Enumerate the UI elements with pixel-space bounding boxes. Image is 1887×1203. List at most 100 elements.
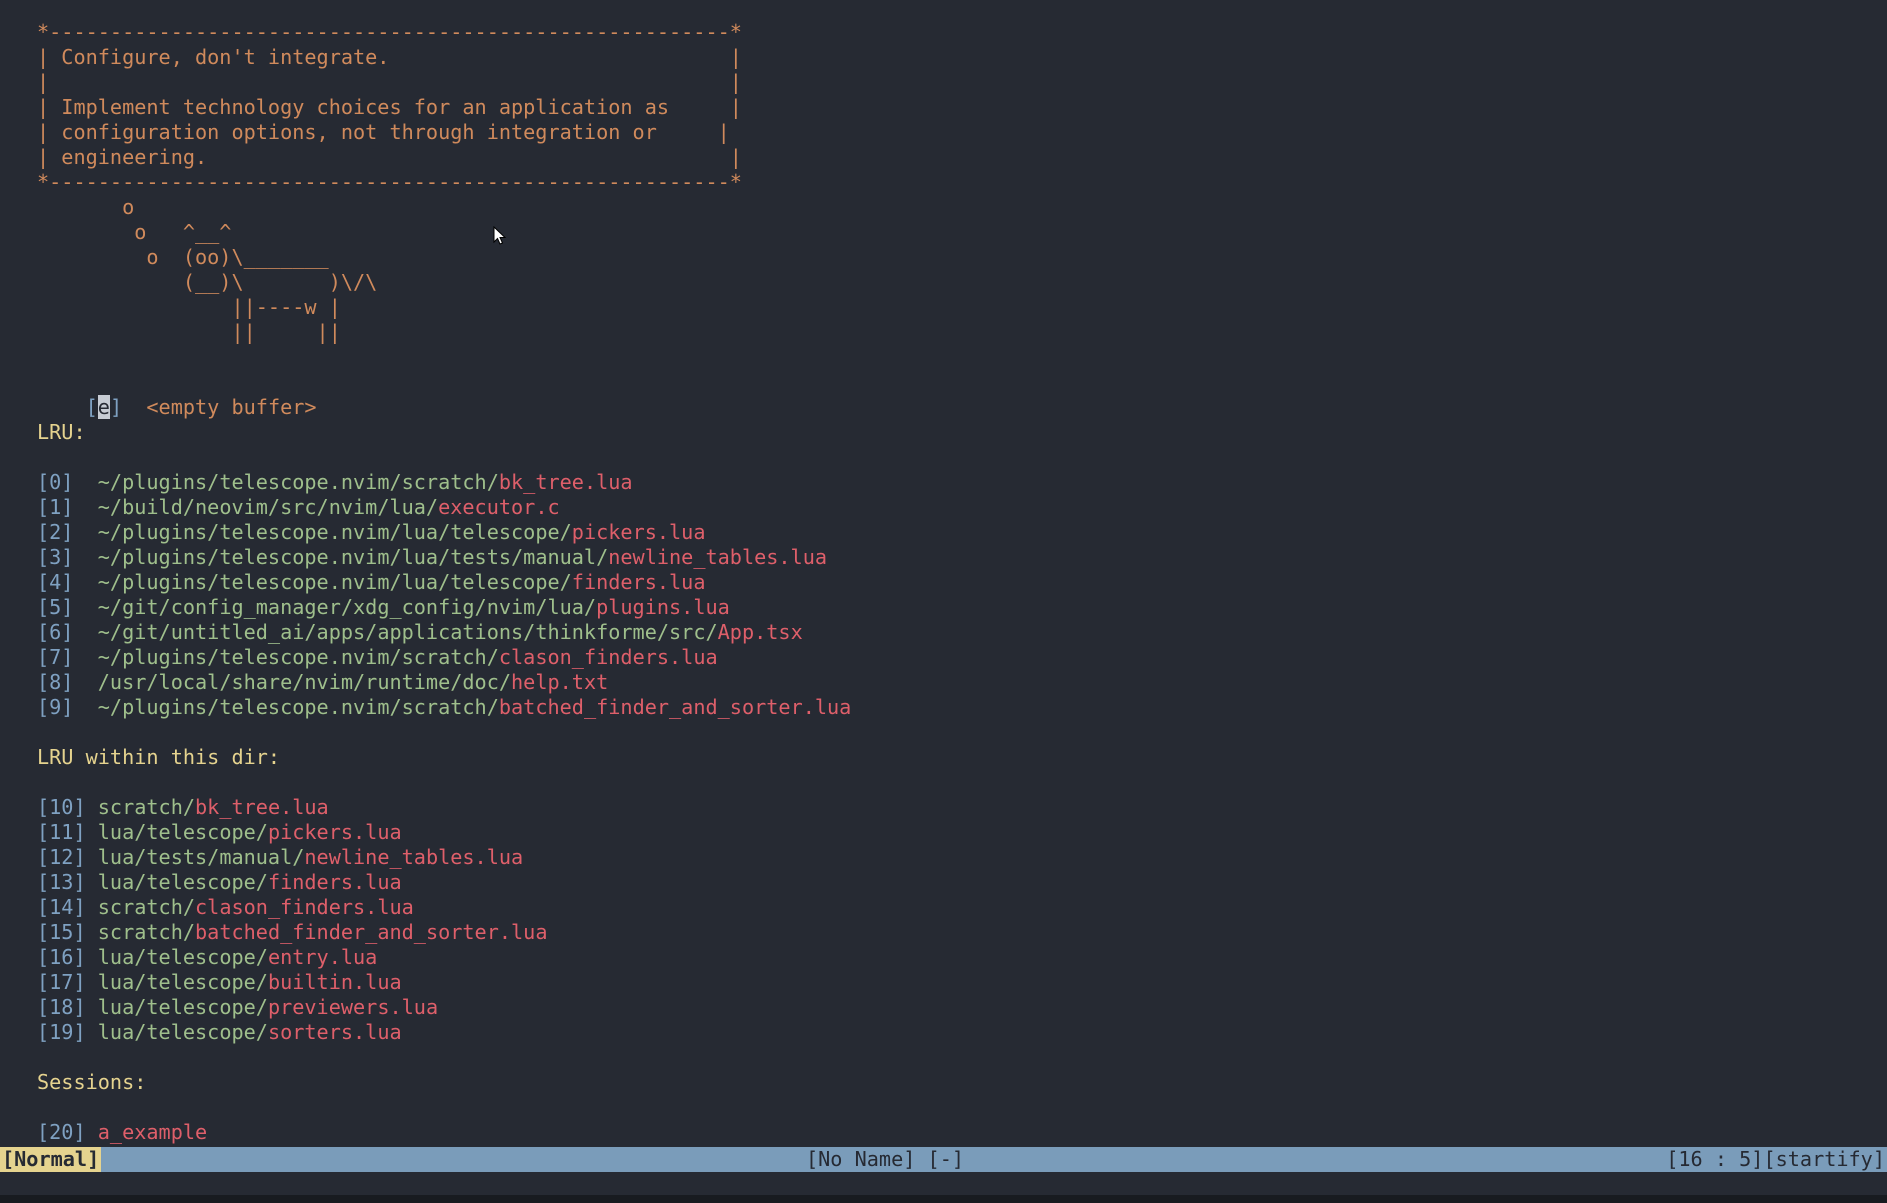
entry-index: [1]	[37, 495, 74, 519]
statusline: [Normal] [No Name] [-] [16 : 5][startify…	[0, 1147, 1887, 1172]
buffer-name: [No Name] [-]	[806, 1147, 965, 1171]
file-entry[interactable]: [19] lua/telescope/sorters.lua	[37, 1020, 402, 1045]
entry-index: [15]	[37, 920, 86, 944]
entry-filename: builtin.lua	[267, 970, 402, 994]
entry-path: scratch/	[97, 920, 196, 944]
entry-filename: newline_tables.lua	[608, 545, 828, 569]
entry-filename: finders.lua	[267, 870, 402, 894]
entry-filename: finders.lua	[571, 570, 706, 594]
file-entry[interactable]: [5] ~/git/config_manager/xdg_config/nvim…	[37, 595, 730, 620]
entry-path: lua/telescope/	[97, 970, 268, 994]
entry-index: [3]	[37, 545, 74, 569]
entry-filename: executor.c	[438, 495, 560, 519]
entry-index: [10]	[37, 795, 86, 819]
entry-filename: bk_tree.lua	[498, 470, 633, 494]
entry-path: ~/git/untitled_ai/apps/applications/thin…	[97, 620, 718, 644]
entry-filename: pickers.lua	[571, 520, 706, 544]
entry-path: lua/telescope/	[97, 1020, 268, 1044]
command-line	[0, 1195, 1887, 1203]
entry-path: ~/plugins/telescope.nvim/scratch/	[97, 645, 499, 669]
file-entry[interactable]: [15] scratch/batched_finder_and_sorter.l…	[37, 920, 547, 945]
cow-line: o	[37, 195, 135, 219]
file-entry[interactable]: [2] ~/plugins/telescope.nvim/lua/telesco…	[37, 520, 706, 545]
entry-filename: pickers.lua	[267, 820, 402, 844]
cursor-position: [16 : 5][startify]	[1666, 1147, 1885, 1171]
empty-buffer-label: <empty buffer>	[122, 395, 317, 419]
file-entry[interactable]: [17] lua/telescope/builtin.lua	[37, 970, 402, 995]
file-entry[interactable]: [16] lua/telescope/entry.lua	[37, 945, 377, 970]
mode-indicator: [Normal]	[0, 1147, 102, 1172]
entry-index: [2]	[37, 520, 74, 544]
file-entry[interactable]: [4] ~/plugins/telescope.nvim/lua/telesco…	[37, 570, 706, 595]
entry-path: lua/telescope/	[97, 995, 268, 1019]
file-entry[interactable]: [3] ~/plugins/telescope.nvim/lua/tests/m…	[37, 545, 827, 570]
entry-filename: sorters.lua	[267, 1020, 402, 1044]
lru-header: LRU:	[37, 420, 86, 444]
cow-line: (__)\ )\/\	[37, 270, 378, 294]
entry-path: ~/build/neovim/src/nvim/lua/	[97, 495, 439, 519]
entry-index: [12]	[37, 845, 86, 869]
entry-path: ~/plugins/telescope.nvim/lua/telescope/	[97, 570, 572, 594]
sessions-header: Sessions:	[37, 1070, 147, 1094]
entry-index: [5]	[37, 595, 74, 619]
entry-filename: batched_finder_and_sorter.lua	[498, 695, 852, 719]
entry-index: [20]	[37, 1120, 86, 1144]
entry-path: ~/plugins/telescope.nvim/lua/telescope/	[97, 520, 572, 544]
entry-filename: a_example	[97, 1120, 208, 1144]
entry-path: scratch/	[97, 895, 196, 919]
entry-filename: entry.lua	[267, 945, 378, 969]
entry-bracket: ]	[109, 395, 123, 419]
file-entry[interactable]: [1] ~/build/neovim/src/nvim/lua/executor…	[37, 495, 560, 520]
entry-filename: plugins.lua	[596, 595, 730, 619]
entry-index: [16]	[37, 945, 86, 969]
banner-line: | |	[37, 70, 742, 94]
entry-filename: App.tsx	[717, 620, 803, 644]
lru-dir-header: LRU within this dir:	[37, 745, 281, 769]
cow-line: || ||	[37, 320, 341, 344]
file-entry[interactable]: [8] /usr/local/share/nvim/runtime/doc/he…	[37, 670, 608, 695]
entry-index: [14]	[37, 895, 86, 919]
entry-filename: newline_tables.lua	[304, 845, 524, 869]
entry-index: [9]	[37, 695, 74, 719]
cow-line: o (oo)\_______	[37, 245, 329, 269]
file-entry[interactable]: [7] ~/plugins/telescope.nvim/scratch/cla…	[37, 645, 718, 670]
cow-line: o ^__^	[37, 220, 232, 244]
banner-line: | engineering. |	[37, 145, 742, 169]
file-entry[interactable]: [9] ~/plugins/telescope.nvim/scratch/bat…	[37, 695, 851, 720]
cow-line: ||----w |	[37, 295, 341, 319]
file-entry[interactable]: [20] a_example	[37, 1120, 207, 1145]
entry-path: ~/plugins/telescope.nvim/scratch/	[97, 470, 499, 494]
banner-line: *---------------------------------------…	[37, 20, 742, 44]
file-entry[interactable]: [14] scratch/clason_finders.lua	[37, 895, 414, 920]
empty-buffer-entry[interactable]: [e] <empty buffer>	[37, 370, 317, 419]
entry-bracket: [	[85, 395, 98, 419]
entry-path: lua/telescope/	[97, 945, 268, 969]
file-entry[interactable]: [13] lua/telescope/finders.lua	[37, 870, 402, 895]
file-entry[interactable]: [0] ~/plugins/telescope.nvim/scratch/bk_…	[37, 470, 633, 495]
entry-filename: clason_finders.lua	[195, 895, 414, 919]
text-cursor: e	[97, 395, 110, 419]
entry-filename: batched_finder_and_sorter.lua	[195, 920, 548, 944]
entry-path: lua/tests/manual/	[97, 845, 305, 869]
file-entry[interactable]: [11] lua/telescope/pickers.lua	[37, 820, 402, 845]
entry-filename: previewers.lua	[267, 995, 439, 1019]
entry-index: [19]	[37, 1020, 86, 1044]
banner-line: *---------------------------------------…	[37, 170, 742, 194]
banner-line: | Implement technology choices for an ap…	[37, 95, 742, 119]
file-entry[interactable]: [12] lua/tests/manual/newline_tables.lua	[37, 845, 523, 870]
entry-path: ~/plugins/telescope.nvim/lua/tests/manua…	[97, 545, 609, 569]
entry-index: [13]	[37, 870, 86, 894]
file-entry[interactable]: [18] lua/telescope/previewers.lua	[37, 995, 438, 1020]
entry-index: [17]	[37, 970, 86, 994]
entry-index: [6]	[37, 620, 74, 644]
entry-index: [4]	[37, 570, 74, 594]
arrow-cursor-icon	[493, 226, 507, 245]
entry-path: ~/plugins/telescope.nvim/scratch/	[97, 695, 499, 719]
entry-index: [11]	[37, 820, 86, 844]
entry-index: [8]	[37, 670, 74, 694]
entry-filename: bk_tree.lua	[195, 795, 329, 819]
banner-line: | Configure, don't integrate. |	[37, 45, 742, 69]
entry-path: lua/telescope/	[97, 820, 268, 844]
file-entry[interactable]: [10] scratch/bk_tree.lua	[37, 795, 329, 820]
file-entry[interactable]: [6] ~/git/untitled_ai/apps/applications/…	[37, 620, 803, 645]
